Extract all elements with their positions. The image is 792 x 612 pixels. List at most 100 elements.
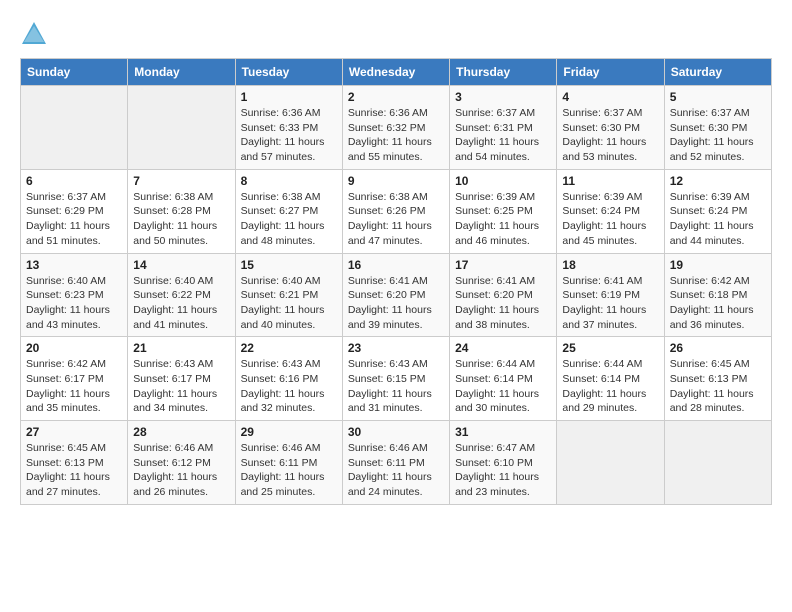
day-info: Sunrise: 6:37 AMSunset: 6:31 PMDaylight:…	[455, 106, 551, 165]
calendar-cell: 27 Sunrise: 6:45 AMSunset: 6:13 PMDayligh…	[21, 421, 128, 505]
day-info: Sunrise: 6:45 AMSunset: 6:13 PMDaylight:…	[26, 441, 122, 500]
day-number: 3	[455, 90, 551, 104]
calendar-cell: 25 Sunrise: 6:44 AMSunset: 6:14 PMDayligh…	[557, 337, 664, 421]
day-info: Sunrise: 6:40 AMSunset: 6:21 PMDaylight:…	[241, 274, 337, 333]
calendar-cell: 1Sunrise: 6:36 AMSunset: 6:33 PMDaylight…	[235, 86, 342, 170]
day-info: Sunrise: 6:47 AMSunset: 6:10 PMDaylight:…	[455, 441, 551, 500]
day-number: 12	[670, 174, 766, 188]
day-header-friday: Friday	[557, 59, 664, 86]
calendar-cell: 21 Sunrise: 6:43 AMSunset: 6:17 PMDayligh…	[128, 337, 235, 421]
day-header-wednesday: Wednesday	[342, 59, 449, 86]
day-info: Sunrise: 6:46 AMSunset: 6:11 PMDaylight:…	[241, 441, 337, 500]
logo-icon	[20, 20, 48, 48]
day-info: Sunrise: 6:42 AMSunset: 6:17 PMDaylight:…	[26, 357, 122, 416]
day-number: 10	[455, 174, 551, 188]
calendar-cell: 5Sunrise: 6:37 AMSunset: 6:30 PMDaylight…	[664, 86, 771, 170]
day-number: 29	[241, 425, 337, 439]
calendar-cell: 16 Sunrise: 6:41 AMSunset: 6:20 PMDayligh…	[342, 253, 449, 337]
day-header-tuesday: Tuesday	[235, 59, 342, 86]
calendar-cell	[557, 421, 664, 505]
day-number: 8	[241, 174, 337, 188]
day-info: Sunrise: 6:36 AMSunset: 6:32 PMDaylight:…	[348, 106, 444, 165]
calendar-cell: 20 Sunrise: 6:42 AMSunset: 6:17 PMDayligh…	[21, 337, 128, 421]
calendar-week-row: 27 Sunrise: 6:45 AMSunset: 6:13 PMDayligh…	[21, 421, 772, 505]
logo	[20, 20, 52, 48]
calendar-cell: 19 Sunrise: 6:42 AMSunset: 6:18 PMDayligh…	[664, 253, 771, 337]
day-number: 13	[26, 258, 122, 272]
day-number: 16	[348, 258, 444, 272]
day-number: 23	[348, 341, 444, 355]
day-header-monday: Monday	[128, 59, 235, 86]
calendar-cell: 29 Sunrise: 6:46 AMSunset: 6:11 PMDayligh…	[235, 421, 342, 505]
day-header-sunday: Sunday	[21, 59, 128, 86]
calendar-cell	[128, 86, 235, 170]
calendar-week-row: 1Sunrise: 6:36 AMSunset: 6:33 PMDaylight…	[21, 86, 772, 170]
calendar-cell: 11 Sunrise: 6:39 AMSunset: 6:24 PMDayligh…	[557, 169, 664, 253]
day-info: Sunrise: 6:46 AMSunset: 6:12 PMDaylight:…	[133, 441, 229, 500]
calendar-cell: 22 Sunrise: 6:43 AMSunset: 6:16 PMDayligh…	[235, 337, 342, 421]
day-info: Sunrise: 6:42 AMSunset: 6:18 PMDaylight:…	[670, 274, 766, 333]
day-number: 11	[562, 174, 658, 188]
day-info: Sunrise: 6:37 AMSunset: 6:30 PMDaylight:…	[670, 106, 766, 165]
day-info: Sunrise: 6:36 AMSunset: 6:33 PMDaylight:…	[241, 106, 337, 165]
day-number: 27	[26, 425, 122, 439]
day-info: Sunrise: 6:41 AMSunset: 6:20 PMDaylight:…	[348, 274, 444, 333]
day-number: 18	[562, 258, 658, 272]
day-header-thursday: Thursday	[450, 59, 557, 86]
calendar-week-row: 20 Sunrise: 6:42 AMSunset: 6:17 PMDayligh…	[21, 337, 772, 421]
day-info: Sunrise: 6:39 AMSunset: 6:24 PMDaylight:…	[562, 190, 658, 249]
calendar-cell: 30Sunrise: 6:46 AMSunset: 6:11 PMDayligh…	[342, 421, 449, 505]
day-header-saturday: Saturday	[664, 59, 771, 86]
calendar-week-row: 13 Sunrise: 6:40 AMSunset: 6:23 PMDayligh…	[21, 253, 772, 337]
calendar-table: SundayMondayTuesdayWednesdayThursdayFrid…	[20, 58, 772, 505]
day-number: 7	[133, 174, 229, 188]
calendar-cell: 2 Sunrise: 6:36 AMSunset: 6:32 PMDaylight…	[342, 86, 449, 170]
calendar-header-row: SundayMondayTuesdayWednesdayThursdayFrid…	[21, 59, 772, 86]
calendar-cell: 26 Sunrise: 6:45 AMSunset: 6:13 PMDayligh…	[664, 337, 771, 421]
day-number: 24	[455, 341, 551, 355]
calendar-week-row: 6 Sunrise: 6:37 AMSunset: 6:29 PMDaylight…	[21, 169, 772, 253]
day-info: Sunrise: 6:43 AMSunset: 6:17 PMDaylight:…	[133, 357, 229, 416]
day-number: 17	[455, 258, 551, 272]
day-info: Sunrise: 6:39 AMSunset: 6:24 PMDaylight:…	[670, 190, 766, 249]
day-info: Sunrise: 6:37 AMSunset: 6:30 PMDaylight:…	[562, 106, 658, 165]
page-header	[20, 20, 772, 48]
day-info: Sunrise: 6:38 AMSunset: 6:28 PMDaylight:…	[133, 190, 229, 249]
day-number: 9	[348, 174, 444, 188]
day-info: Sunrise: 6:45 AMSunset: 6:13 PMDaylight:…	[670, 357, 766, 416]
day-info: Sunrise: 6:44 AMSunset: 6:14 PMDaylight:…	[562, 357, 658, 416]
calendar-cell: 3 Sunrise: 6:37 AMSunset: 6:31 PMDaylight…	[450, 86, 557, 170]
day-number: 6	[26, 174, 122, 188]
calendar-cell: 13 Sunrise: 6:40 AMSunset: 6:23 PMDayligh…	[21, 253, 128, 337]
calendar-cell: 10Sunrise: 6:39 AMSunset: 6:25 PMDayligh…	[450, 169, 557, 253]
day-info: Sunrise: 6:40 AMSunset: 6:23 PMDaylight:…	[26, 274, 122, 333]
day-number: 14	[133, 258, 229, 272]
calendar-cell: 8Sunrise: 6:38 AMSunset: 6:27 PMDaylight…	[235, 169, 342, 253]
day-number: 2	[348, 90, 444, 104]
day-number: 4	[562, 90, 658, 104]
day-info: Sunrise: 6:43 AMSunset: 6:16 PMDaylight:…	[241, 357, 337, 416]
day-number: 20	[26, 341, 122, 355]
calendar-cell: 4 Sunrise: 6:37 AMSunset: 6:30 PMDaylight…	[557, 86, 664, 170]
calendar-cell: 24Sunrise: 6:44 AMSunset: 6:14 PMDayligh…	[450, 337, 557, 421]
day-number: 15	[241, 258, 337, 272]
day-number: 25	[562, 341, 658, 355]
day-number: 21	[133, 341, 229, 355]
calendar-cell: 31Sunrise: 6:47 AMSunset: 6:10 PMDayligh…	[450, 421, 557, 505]
calendar-cell: 18 Sunrise: 6:41 AMSunset: 6:19 PMDayligh…	[557, 253, 664, 337]
day-info: Sunrise: 6:37 AMSunset: 6:29 PMDaylight:…	[26, 190, 122, 249]
calendar-cell: 7 Sunrise: 6:38 AMSunset: 6:28 PMDaylight…	[128, 169, 235, 253]
day-number: 22	[241, 341, 337, 355]
calendar-cell: 6 Sunrise: 6:37 AMSunset: 6:29 PMDaylight…	[21, 169, 128, 253]
day-info: Sunrise: 6:41 AMSunset: 6:20 PMDaylight:…	[455, 274, 551, 333]
day-info: Sunrise: 6:43 AMSunset: 6:15 PMDaylight:…	[348, 357, 444, 416]
day-info: Sunrise: 6:40 AMSunset: 6:22 PMDaylight:…	[133, 274, 229, 333]
calendar-cell: 23 Sunrise: 6:43 AMSunset: 6:15 PMDayligh…	[342, 337, 449, 421]
day-number: 30	[348, 425, 444, 439]
calendar-cell: 17 Sunrise: 6:41 AMSunset: 6:20 PMDayligh…	[450, 253, 557, 337]
calendar-cell: 12 Sunrise: 6:39 AMSunset: 6:24 PMDayligh…	[664, 169, 771, 253]
day-info: Sunrise: 6:41 AMSunset: 6:19 PMDaylight:…	[562, 274, 658, 333]
day-number: 26	[670, 341, 766, 355]
day-number: 19	[670, 258, 766, 272]
calendar-cell	[21, 86, 128, 170]
